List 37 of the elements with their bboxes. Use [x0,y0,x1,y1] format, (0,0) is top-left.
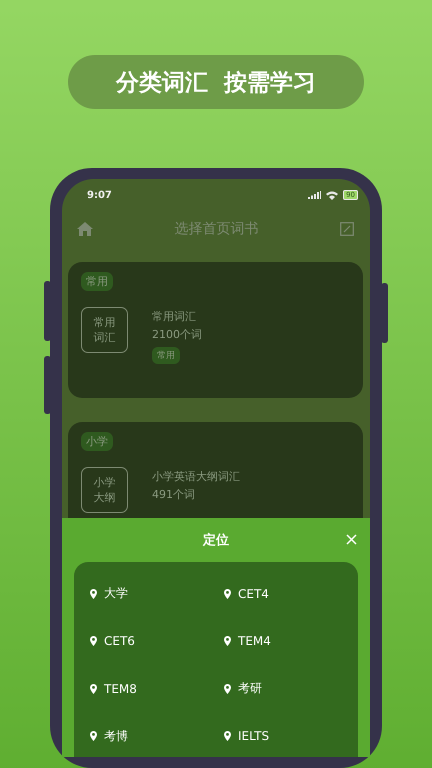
book-name: 小学英语大纲词汇 [152,469,240,486]
cover-text: 小学 [94,475,116,490]
location-pin-icon [224,636,231,646]
home-icon[interactable] [77,222,93,236]
word-count: 491个词 [152,487,196,504]
book-card[interactable]: 常用 常用 词汇 常用词汇 2100个词 常用 [68,262,363,398]
location-pin-icon [224,588,231,599]
location-pin-icon [224,684,231,694]
wifi-icon [326,190,338,200]
location-option[interactable]: TEM8 [90,682,137,696]
close-icon[interactable] [346,534,357,546]
location-pin-icon [90,588,97,599]
cover-text: 词汇 [94,330,116,346]
location-option[interactable]: IELTS [224,729,270,744]
location-option[interactable]: CET4 [224,586,269,601]
category-tag: 小学 [81,432,113,452]
location-option[interactable]: TEM4 [224,634,271,648]
book-name: 常用词汇 [152,309,197,326]
status-time: 9:07 [87,190,112,201]
location-option[interactable]: 考博 [90,728,128,745]
location-pin-icon [90,684,97,694]
location-option[interactable]: CET6 [90,634,135,648]
signal-icon [308,191,322,200]
edit-icon[interactable] [340,222,354,236]
location-pin-icon [90,731,97,742]
page-title: 选择首页词书 [174,220,258,238]
location-option[interactable]: 大学 [90,585,128,602]
location-pin-icon [90,636,97,646]
category-tag: 常用 [81,272,113,292]
book-tag: 常用 [152,347,180,364]
cover-text: 常用 [94,315,116,330]
location-pin-icon [224,731,231,742]
cover-text: 大纲 [94,490,116,506]
location-option[interactable]: 考研 [224,680,262,698]
banner-text: 分类词汇 按需学习 [68,55,364,110]
word-count: 2100个词 [152,327,202,344]
sheet-title: 定位 [203,532,229,550]
